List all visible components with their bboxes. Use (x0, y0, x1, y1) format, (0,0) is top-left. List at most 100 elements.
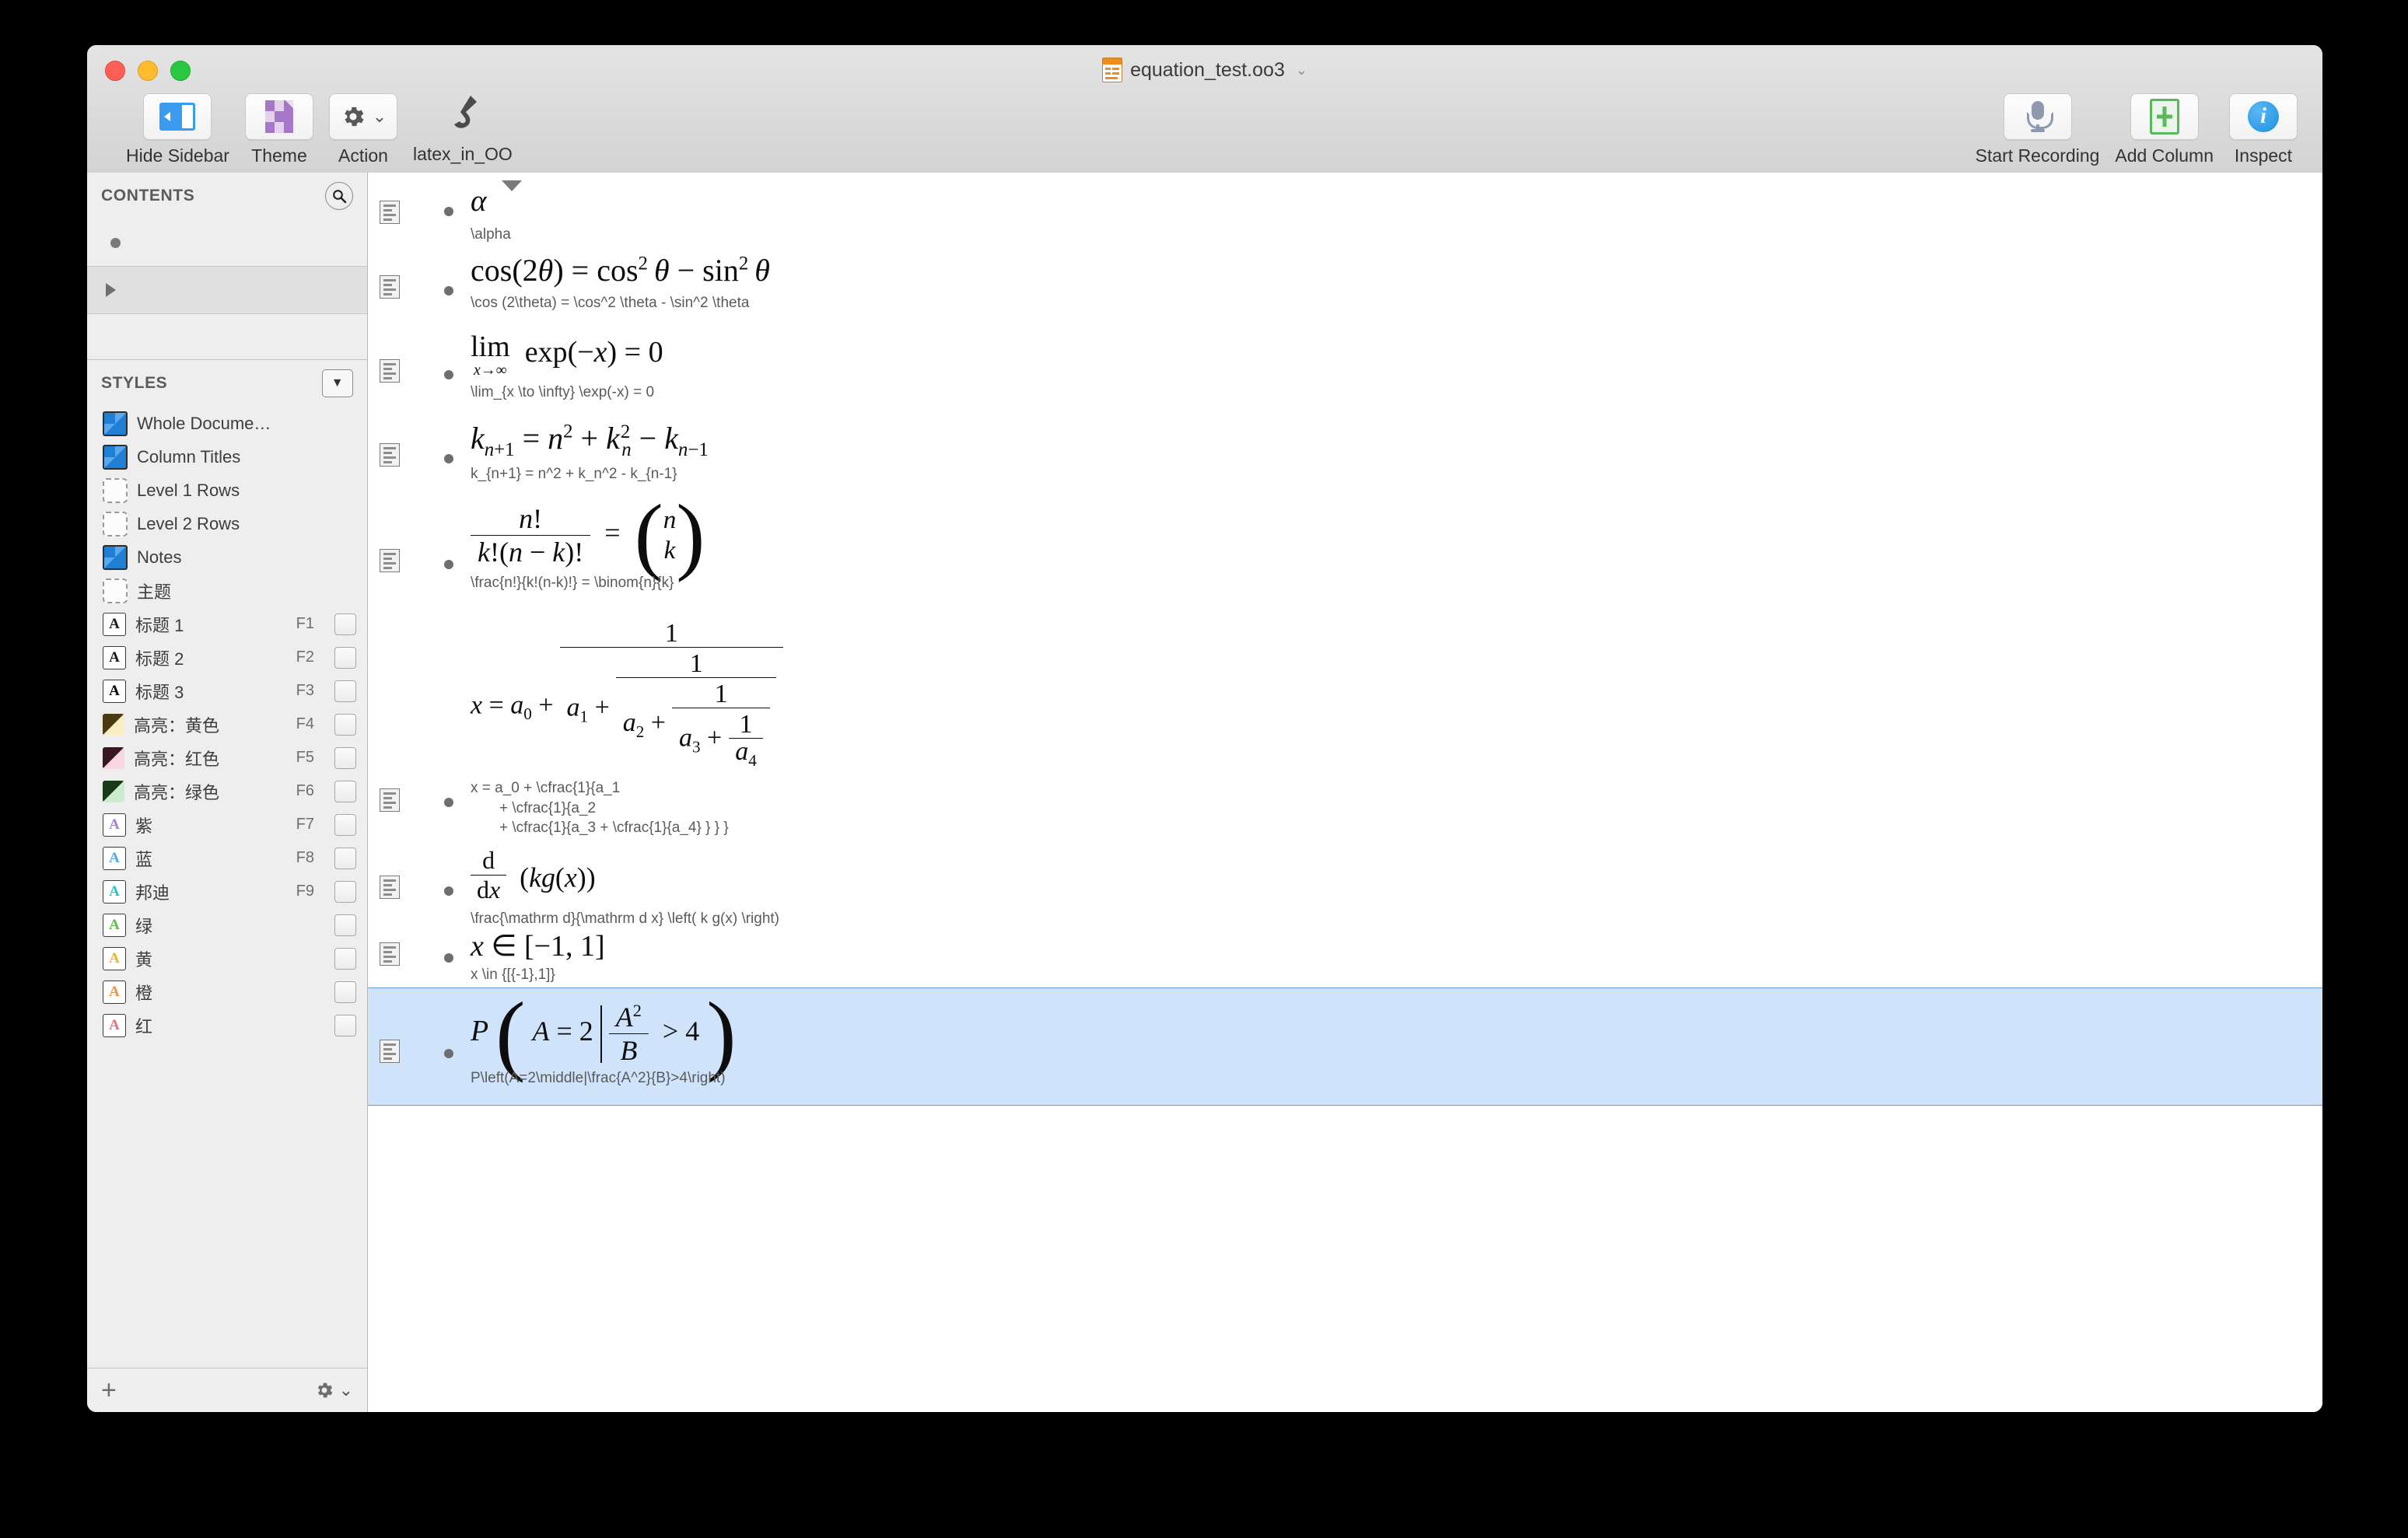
style-swatch-dashed-icon (103, 478, 128, 503)
theme-button[interactable]: Theme (245, 93, 313, 166)
add-style-button[interactable]: + (101, 1377, 117, 1403)
note-icon[interactable] (380, 788, 400, 812)
note-icon[interactable] (380, 1040, 400, 1063)
document-title-bar[interactable]: equation_test.oo3 ⌄ (87, 54, 2322, 86)
style-row[interactable]: A蓝F8 (87, 841, 367, 875)
bullet-icon (444, 286, 453, 295)
hide-sidebar-label: Hide Sidebar (126, 145, 229, 166)
toolbar-right-group: Start Recording Add Column i Inspect (1968, 93, 2305, 166)
style-label: Level 1 Rows (137, 481, 272, 501)
inspect-button[interactable]: i Inspect (2229, 93, 2298, 166)
style-swatch-highlight-icon (103, 747, 124, 769)
note-icon[interactable] (380, 549, 400, 572)
table-row[interactable]: x ∈ [−1, 1] x \in {[{-1},1]} (368, 927, 2322, 987)
style-checkbox[interactable] (334, 747, 356, 769)
style-checkbox[interactable] (334, 914, 356, 936)
style-row[interactable]: A标题 1F1 (87, 607, 367, 641)
add-column-button[interactable]: Add Column (2115, 93, 2214, 166)
style-checkbox[interactable] (334, 814, 356, 836)
style-label: 标题 1 (135, 612, 272, 637)
style-row[interactable]: 高亮：绿色F6 (87, 774, 367, 808)
table-row[interactable]: n!k!(n − k)! = (nk) \frac{n!}{k!(n-k)!} … (368, 496, 2322, 602)
table-row[interactable]: α \alpha (368, 173, 2322, 247)
note-icon[interactable] (380, 359, 400, 383)
note-icon[interactable] (380, 876, 400, 899)
latex-source: x \in {[{-1},1]} (471, 965, 2307, 985)
style-checkbox[interactable] (334, 680, 356, 702)
styles-list[interactable]: Whole Docume… Column Titles Level 1 Rows Le… (87, 407, 367, 1368)
action-button[interactable]: ⌄ Action (329, 93, 397, 166)
table-row[interactable]: cos(2θ) = cos2 θ − sin2 θ \cos (2\theta)… (368, 247, 2322, 328)
style-label: 高亮：红色 (134, 746, 272, 771)
latex-in-oo-button[interactable]: latex_in_OO (413, 93, 513, 165)
note-icon[interactable] (380, 275, 400, 299)
style-label: 主题 (137, 578, 272, 603)
style-row[interactable]: Column Titles (87, 440, 367, 474)
bullet-icon (444, 1049, 453, 1058)
latex-source: \lim_{x \to \infty} \exp(-x) = 0 (471, 383, 2307, 403)
hide-sidebar-button[interactable]: Hide Sidebar (126, 93, 229, 166)
sidebar-toggle-icon (159, 103, 195, 131)
style-label: 橙 (135, 980, 272, 1005)
style-checkbox[interactable] (334, 848, 356, 869)
style-row[interactable]: 高亮：红色F5 (87, 741, 367, 774)
title-chevron-down-icon[interactable]: ⌄ (1296, 62, 1307, 79)
chevron-down-icon: ⌄ (373, 107, 387, 127)
toolbar-left-group: Hide Sidebar Theme (118, 93, 520, 166)
style-checkbox[interactable] (334, 881, 356, 903)
start-recording-button[interactable]: Start Recording (1976, 93, 2100, 166)
bullet-icon (444, 798, 453, 807)
style-row[interactable]: A红 (87, 1008, 367, 1042)
note-icon[interactable] (380, 942, 400, 966)
style-row[interactable]: 高亮：黄色F4 (87, 708, 367, 741)
style-shortcut: F8 (282, 849, 314, 867)
style-row[interactable]: A邦迪F9 (87, 875, 367, 908)
style-row[interactable]: A紫F7 (87, 808, 367, 841)
style-row[interactable]: A绿 (87, 908, 367, 942)
triangle-right-icon[interactable] (106, 283, 116, 297)
style-label: Column Titles (137, 447, 272, 467)
table-row[interactable]: kn+1 = n2 + k2n − kn−1 k_{n+1} = n^2 + k… (368, 415, 2322, 496)
style-checkbox[interactable] (334, 714, 356, 736)
style-row[interactable]: Whole Docume… (87, 407, 367, 440)
latex-source: \frac{n!}{k!(n-k)!} = \binom{n}{k} (471, 573, 2307, 593)
style-row[interactable]: A黄 (87, 942, 367, 975)
style-row[interactable]: Level 2 Rows (87, 507, 367, 540)
note-icon[interactable] (380, 443, 400, 467)
styles-action-button[interactable]: ⌄ (314, 1380, 353, 1400)
style-row[interactable]: 主题 (87, 574, 367, 607)
table-row[interactable]: x = a0 + 1 a1 + 1 a2 + 1 (368, 602, 2322, 841)
style-label: 标题 2 (135, 645, 272, 670)
search-icon[interactable] (325, 182, 353, 210)
style-shortcut: F2 (282, 648, 314, 666)
contents-list (87, 219, 367, 359)
bullet-icon (444, 370, 453, 379)
table-row[interactable]: P ( A = 2 A2B > 4 ) P\left(A=2\middle|\f… (368, 987, 2322, 1106)
style-label: 红 (135, 1013, 272, 1038)
table-row[interactable]: limx→∞ exp(−x) = 0 \lim_{x \to \infty} \… (368, 328, 2322, 415)
style-row[interactable]: A标题 2F2 (87, 641, 367, 674)
style-checkbox[interactable] (334, 613, 356, 635)
gear-icon (340, 103, 366, 130)
style-checkbox[interactable] (334, 1015, 356, 1036)
table-row[interactable]: ddx (kg(x)) \frac{\mathrm d}{\mathrm d x… (368, 841, 2322, 927)
style-row[interactable]: Notes (87, 540, 367, 574)
style-row[interactable]: A标题 3F3 (87, 674, 367, 708)
bullet-icon (110, 238, 121, 248)
contents-title: CONTENTS (101, 187, 194, 205)
latex-source: x = a_0 + \cfrac{1}{a_1 + \cfrac{1}{a_2 … (471, 778, 2307, 838)
styles-footer: + ⌄ (87, 1368, 367, 1412)
style-checkbox[interactable] (334, 981, 356, 1003)
style-checkbox[interactable] (334, 948, 356, 970)
styles-header: STYLES ▼ (87, 360, 367, 407)
style-checkbox[interactable] (334, 781, 356, 802)
styles-disclosure-button[interactable]: ▼ (322, 369, 353, 397)
style-row[interactable]: A橙 (87, 975, 367, 1008)
style-row[interactable]: Level 1 Rows (87, 474, 367, 507)
contents-row-group[interactable] (87, 266, 367, 314)
note-icon[interactable] (380, 201, 400, 224)
style-label: Level 2 Rows (137, 514, 272, 534)
style-checkbox[interactable] (334, 647, 356, 669)
contents-row-bullet[interactable] (87, 219, 367, 266)
latex-source: k_{n+1} = n^2 + k_n^2 - k_{n-1} (471, 464, 2307, 484)
